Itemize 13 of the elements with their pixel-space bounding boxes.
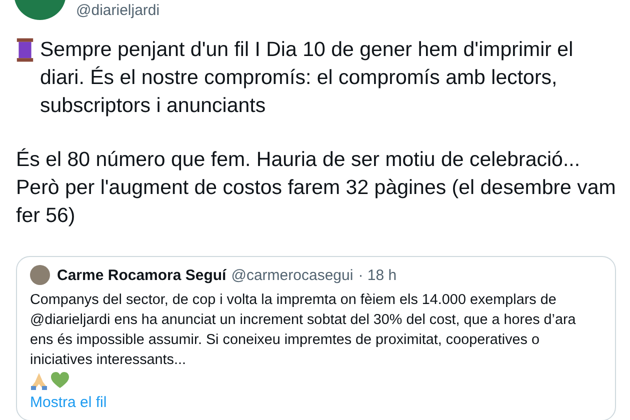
tweet-text: Sempre penjant d'un fil I Dia 10 de gener hem d'imprimir el diari. És el nostre compromís: el compromís amb lectors, subscriptors i anunciants xyxy=(40,37,574,119)
quoted-author-name: Carme Rocamora Seguí xyxy=(57,266,226,284)
quoted-author-handle: @carmerocasegui xyxy=(231,266,354,284)
show-thread-link[interactable]: Mostra el fil xyxy=(30,394,107,411)
author-handle: @diarieljardi xyxy=(76,2,160,19)
avatar-placeholder xyxy=(30,265,50,285)
tweet-text: És el 80 número que fem. Hauria de ser motiu de celebració... Però per l'augment de costos farem 32 pàgines (el desembre vam fer 56) xyxy=(16,147,616,229)
praying-hands-icon xyxy=(30,372,48,390)
heart-icon xyxy=(51,372,69,389)
quoted-tweet-card[interactable] xyxy=(16,256,616,420)
spool-icon xyxy=(16,38,34,62)
quoted-time: · 18 h xyxy=(358,266,397,284)
quoted-text: Companys del sector, de cop i volta la impremta on fèiem els 14.000 exemplars de @diarieljardi ens ha anunciat un increment sobtat del 30% del cost, que a hores d’ara ens és impossible assumir. Si coneixeu impremtes de proximitat, cooperatives o iniciatives interessants... xyxy=(30,291,577,370)
